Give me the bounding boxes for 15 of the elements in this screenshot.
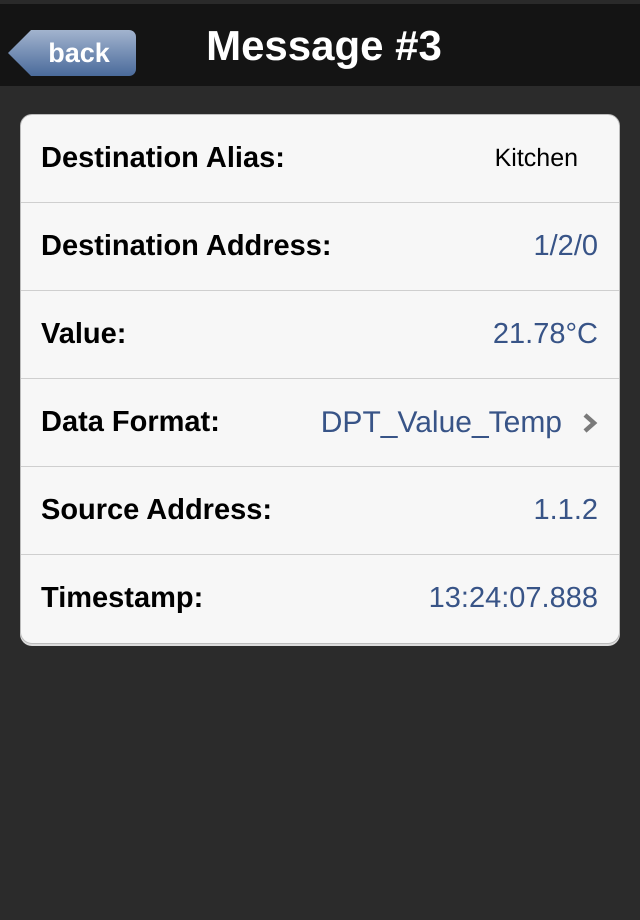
back-button[interactable]: back — [8, 30, 136, 76]
field-label: Data Format: — [41, 404, 220, 440]
field-label: Destination Address: — [41, 228, 332, 264]
field-label: Value: — [41, 316, 126, 352]
field-label: Timestamp: — [41, 581, 204, 616]
field-value: Kitchen — [494, 142, 578, 174]
chevron-icon — [582, 412, 598, 434]
field-value: 21.78°C — [492, 316, 598, 352]
field-value: 1.1.2 — [534, 492, 598, 528]
screen-title: Message #3 — [206, 20, 442, 71]
field-label: Source Address: — [41, 492, 272, 528]
field-value: 13:24:07.888 — [428, 581, 598, 616]
field-value: DPT_Value_Temp — [320, 405, 562, 441]
field-value: 1/2/0 — [534, 228, 598, 264]
field-label: Destination Alias: — [41, 140, 285, 176]
